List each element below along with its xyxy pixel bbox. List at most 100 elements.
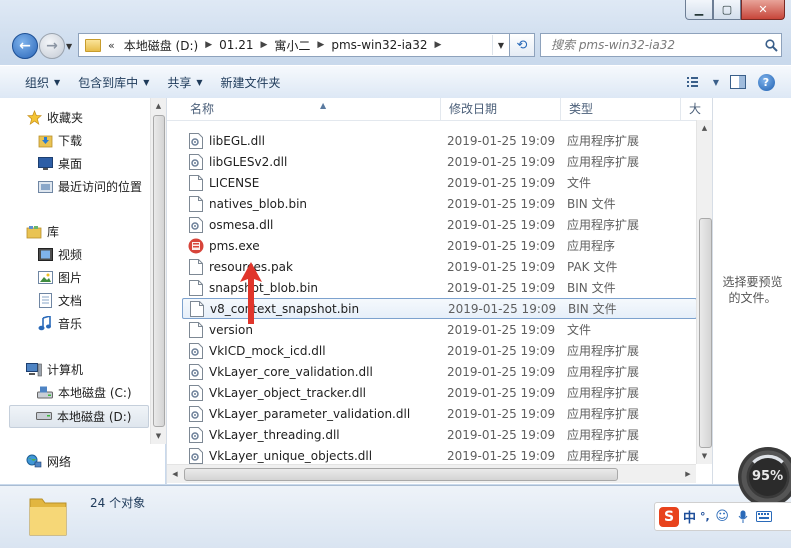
file-row[interactable]: resources.pak 2019-01-25 19:09 PAK 文件 (182, 256, 697, 277)
file-name-cell[interactable]: version (188, 321, 253, 338)
breadcrumb-item[interactable]: 寓小二 (269, 37, 315, 54)
new-folder-button[interactable]: 新建文件夹 (212, 70, 290, 94)
help-button[interactable]: ? (755, 71, 777, 93)
sogou-logo-icon[interactable]: S (659, 506, 679, 527)
nav-libraries[interactable]: 库 (26, 221, 59, 242)
address-history-button[interactable]: ▼ (492, 35, 509, 55)
organize-button[interactable]: 组织 ▼ (0, 70, 69, 94)
scroll-up-arrow-icon[interactable]: ▲ (151, 98, 166, 114)
nav-videos[interactable]: 视频 (37, 244, 82, 265)
file-name-cell[interactable]: VkLayer_object_tracker.dll (188, 384, 366, 401)
share-button[interactable]: 共享 ▼ (158, 70, 211, 94)
minimize-icon: ▁ (694, 3, 704, 16)
nav-scrollbar-thumb[interactable] (153, 115, 165, 427)
view-dropdown-button[interactable]: ▼ (711, 71, 721, 93)
breadcrumb-item[interactable]: pms-win32-ia32 (326, 38, 432, 52)
file-row[interactable]: VkLayer_core_validation.dll 2019-01-25 19… (182, 361, 697, 382)
file-row[interactable]: version 2019-01-25 19:09 文件 (182, 319, 697, 340)
file-name-cell[interactable]: natives_blob.bin (188, 195, 307, 212)
column-name-label: 名称 (190, 102, 215, 116)
file-name-cell[interactable]: v8_context_snapshot.bin (189, 300, 359, 317)
nav-music[interactable]: 音乐 (37, 313, 82, 334)
nav-network[interactable]: 网络 (26, 451, 71, 472)
file-row[interactable]: osmesa.dll 2019-01-25 19:09 应用程序扩展 (182, 214, 697, 235)
file-row[interactable]: pms.exe 2019-01-25 19:09 应用程序 (182, 235, 697, 256)
nav-pictures[interactable]: 图片 (37, 267, 82, 288)
minimize-button[interactable]: ▁ (685, 0, 713, 20)
breadcrumb-overflow[interactable]: « (106, 39, 119, 52)
address-bar[interactable]: « 本地磁盘 (D:) ▶ 01.21 ▶ 寓小二 ▶ pms-win32-ia… (78, 33, 510, 57)
nav-documents[interactable]: 文档 (37, 290, 82, 311)
nav-computer[interactable]: 计算机 (26, 359, 83, 380)
file-name-cell[interactable]: libGLESv2.dll (188, 153, 287, 170)
file-name-cell[interactable]: resources.pak (188, 258, 293, 275)
file-row[interactable]: libGLESv2.dll 2019-01-25 19:09 应用程序扩展 (182, 151, 697, 172)
file-row[interactable]: snapshot_blob.bin 2019-01-25 19:09 BIN 文件 (182, 277, 697, 298)
nav-recent-places[interactable]: 最近访问的位置 (37, 176, 142, 197)
keyboard-icon[interactable] (756, 508, 773, 525)
scroll-down-arrow-icon[interactable]: ▼ (151, 428, 166, 444)
file-name-cell[interactable]: snapshot_blob.bin (188, 279, 318, 296)
back-button[interactable]: ← (12, 33, 38, 59)
file-row[interactable]: LICENSE 2019-01-25 19:09 文件 (182, 172, 697, 193)
file-row[interactable]: VkLayer_threading.dll 2019-01-25 19:09 应用程… (182, 424, 697, 445)
file-list-scrollbar[interactable]: ▲ ▼ (696, 120, 713, 464)
file-row[interactable]: natives_blob.bin 2019-01-25 19:09 BIN 文件 (182, 193, 697, 214)
file-name-cell[interactable]: VkICD_mock_icd.dll (188, 342, 326, 359)
chevron-right-icon[interactable]: ▶ (258, 40, 269, 50)
file-row[interactable]: VkICD_mock_icd.dll 2019-01-25 19:09 应用程序扩展 (182, 340, 697, 361)
search-icon[interactable] (763, 37, 779, 53)
column-header-date[interactable]: 修改日期 (441, 98, 561, 120)
maximize-button[interactable]: ▢ (713, 0, 741, 20)
search-input[interactable] (549, 37, 763, 53)
nav-drive-d[interactable]: 本地磁盘 (D:) (9, 405, 149, 428)
file-name-cell[interactable]: libEGL.dll (188, 132, 265, 149)
nav-scrollbar[interactable]: ▲ ▼ (150, 98, 166, 444)
horizontal-scrollbar-thumb[interactable] (184, 468, 618, 481)
file-row[interactable]: v8_context_snapshot.bin 2019-01-25 19:09 B… (182, 298, 697, 319)
horizontal-scrollbar[interactable]: ◀ ▶ (167, 464, 696, 483)
chevron-right-icon[interactable]: ▶ (433, 40, 444, 50)
nav-drive-c[interactable]: 本地磁盘 (C:) (37, 382, 132, 403)
file-name-cell[interactable]: VkLayer_threading.dll (188, 426, 340, 443)
scroll-right-arrow-icon[interactable]: ▶ (680, 465, 696, 483)
file-row[interactable]: libEGL.dll 2019-01-25 19:09 应用程序扩展 (182, 130, 697, 151)
file-name-cell[interactable]: VkLayer_unique_objects.dll (188, 447, 372, 464)
nav-downloads[interactable]: 下载 (37, 130, 82, 151)
file-name-cell[interactable]: VkLayer_core_validation.dll (188, 363, 373, 380)
file-row[interactable]: VkLayer_object_tracker.dll 2019-01-25 19:… (182, 382, 697, 403)
file-name-cell[interactable]: LICENSE (188, 174, 259, 191)
chevron-right-icon[interactable]: ▶ (203, 40, 214, 50)
refresh-button[interactable]: ⟲ (509, 33, 535, 57)
scroll-left-arrow-icon[interactable]: ◀ (167, 465, 183, 483)
file-name-cell[interactable]: osmesa.dll (188, 216, 273, 233)
file-name-cell[interactable]: VkLayer_parameter_validation.dll (188, 405, 410, 422)
file-list-scrollbar-thumb[interactable] (699, 218, 712, 448)
preview-pane-button[interactable] (727, 71, 749, 93)
nav-favorites[interactable]: 收藏夹 (26, 107, 83, 128)
file-type: 文件 (567, 176, 592, 190)
forward-button[interactable]: → (39, 33, 65, 59)
recent-pages-button[interactable]: ▼ (66, 42, 72, 51)
column-header-size[interactable]: 大 (681, 98, 712, 120)
chevron-right-icon[interactable]: ▶ (315, 40, 326, 50)
nav-desktop[interactable]: 桌面 (37, 153, 82, 174)
ime-punctuation-toggle[interactable]: °, (700, 510, 710, 523)
speed-gauge-widget[interactable]: 95% (736, 445, 791, 509)
file-row[interactable]: VkLayer_parameter_validation.dll 2019-01-… (182, 403, 697, 424)
column-header-type[interactable]: 类型 (561, 98, 681, 120)
scroll-up-arrow-icon[interactable]: ▲ (697, 120, 712, 136)
breadcrumb-item[interactable]: 01.21 (214, 38, 258, 52)
include-in-library-button[interactable]: 包含到库中 ▼ (69, 70, 158, 94)
ime-mode-toggle[interactable]: 中 (683, 507, 696, 526)
column-header-name[interactable]: 名称 ▲ (182, 98, 441, 120)
file-row[interactable]: VkLayer_unique_objects.dll 2019-01-25 19:… (182, 445, 697, 464)
emoji-icon[interactable]: ☺ (714, 508, 731, 525)
breadcrumb-item[interactable]: 本地磁盘 (D:) (119, 37, 203, 54)
file-name-cell[interactable]: pms.exe (188, 238, 260, 254)
microphone-icon[interactable] (735, 508, 752, 525)
file-date: 2019-01-25 19:09 (448, 301, 557, 316)
close-button[interactable]: ✕ (741, 0, 785, 20)
scroll-down-arrow-icon[interactable]: ▼ (697, 448, 712, 464)
view-options-button[interactable] (683, 71, 705, 93)
